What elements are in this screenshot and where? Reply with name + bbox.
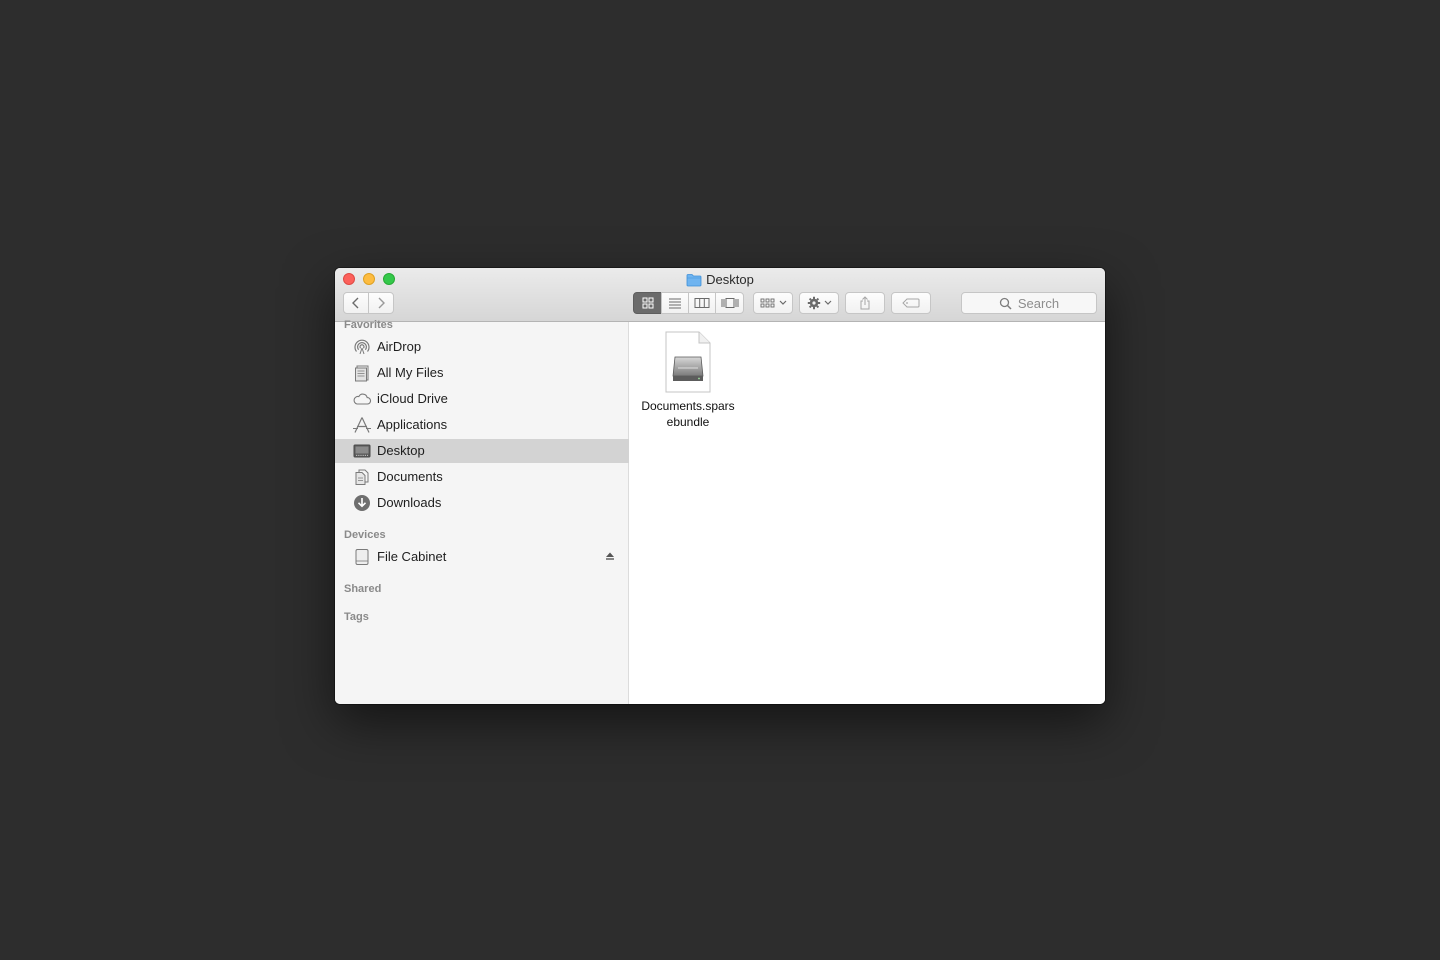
airdrop-icon bbox=[352, 338, 372, 356]
search-placeholder: Search bbox=[1017, 295, 1060, 311]
sidebar-item-label: File Cabinet bbox=[377, 549, 447, 564]
sidebar: Favorites AirDrop All My Files iCloud Dr… bbox=[335, 319, 629, 704]
action-button[interactable] bbox=[799, 292, 839, 314]
sidebar-item-label: Applications bbox=[377, 417, 448, 432]
window-title: Desktop bbox=[706, 272, 754, 287]
forward-button[interactable] bbox=[368, 292, 394, 314]
sidebar-item-desktop[interactable]: Desktop bbox=[335, 439, 629, 463]
back-button[interactable] bbox=[343, 292, 369, 314]
cover-flow-icon bbox=[721, 298, 738, 308]
file-name-line-2: ebundle bbox=[666, 415, 710, 429]
sidebar-item-label: Downloads bbox=[377, 495, 442, 510]
arrange-button[interactable] bbox=[753, 292, 793, 314]
downloads-icon bbox=[352, 494, 372, 512]
chevron-down-icon bbox=[824, 300, 831, 305]
all-my-files-icon bbox=[352, 364, 372, 382]
file-name-line-1: Documents.spars bbox=[641, 399, 735, 413]
eject-icon[interactable] bbox=[605, 549, 615, 564]
finder-window: Desktop Search Favorites AirDrop All My … bbox=[335, 268, 1105, 704]
sidebar-item-label: AirDrop bbox=[377, 339, 422, 354]
sidebar-item-label: iCloud Drive bbox=[377, 391, 448, 406]
sidebar-item-airdrop[interactable]: AirDrop bbox=[335, 335, 629, 359]
chevron-right-icon bbox=[378, 297, 385, 309]
favorites-header: Favorites bbox=[344, 319, 393, 331]
cover-flow-view-button[interactable] bbox=[715, 292, 744, 314]
sidebar-item-all-my-files[interactable]: All My Files bbox=[335, 361, 629, 385]
titlebar[interactable]: Desktop Search bbox=[335, 268, 1105, 322]
disk-icon bbox=[352, 548, 372, 566]
file-browser-content[interactable]: Documents.spars ebundle bbox=[629, 322, 1105, 704]
search-field[interactable]: Search bbox=[961, 292, 1097, 314]
columns-icon bbox=[694, 298, 710, 308]
applications-icon bbox=[352, 416, 372, 434]
cloud-icon bbox=[352, 390, 372, 408]
desktop-icon bbox=[352, 442, 372, 460]
shared-header[interactable]: Shared bbox=[344, 583, 381, 595]
sidebar-item-file-cabinet[interactable]: File Cabinet bbox=[335, 545, 629, 569]
icon-view-button[interactable] bbox=[633, 292, 662, 314]
column-view-button[interactable] bbox=[688, 292, 716, 314]
sidebar-item-label: Desktop bbox=[377, 443, 425, 458]
chevron-left-icon bbox=[352, 297, 359, 309]
folder-icon bbox=[686, 274, 702, 287]
list-view-button[interactable] bbox=[661, 292, 689, 314]
sidebar-item-label: Documents bbox=[377, 469, 443, 484]
share-button[interactable] bbox=[845, 292, 885, 314]
window-title-area: Desktop bbox=[335, 271, 1105, 289]
tags-button[interactable] bbox=[891, 292, 931, 314]
tags-header[interactable]: Tags bbox=[344, 611, 369, 623]
sidebar-item-label: All My Files bbox=[377, 365, 444, 380]
documents-icon bbox=[352, 468, 372, 486]
chevron-down-icon bbox=[779, 300, 786, 305]
share-icon bbox=[860, 296, 870, 310]
search-icon bbox=[999, 297, 1012, 310]
sidebar-item-icloud-drive[interactable]: iCloud Drive bbox=[335, 387, 629, 411]
arrange-grid-icon bbox=[760, 298, 774, 308]
sidebar-item-applications[interactable]: Applications bbox=[335, 413, 629, 437]
file-name: Documents.spars ebundle bbox=[633, 398, 743, 430]
tag-icon bbox=[902, 298, 920, 308]
sidebar-item-downloads[interactable]: Downloads bbox=[335, 491, 629, 515]
sidebar-item-documents[interactable]: Documents bbox=[335, 465, 629, 489]
list-icon bbox=[669, 298, 681, 309]
disk-image-icon bbox=[665, 331, 711, 393]
devices-header: Devices bbox=[344, 529, 386, 541]
file-item[interactable]: Documents.spars ebundle bbox=[633, 330, 743, 430]
grid-icon bbox=[642, 297, 653, 309]
gear-icon bbox=[807, 296, 820, 310]
